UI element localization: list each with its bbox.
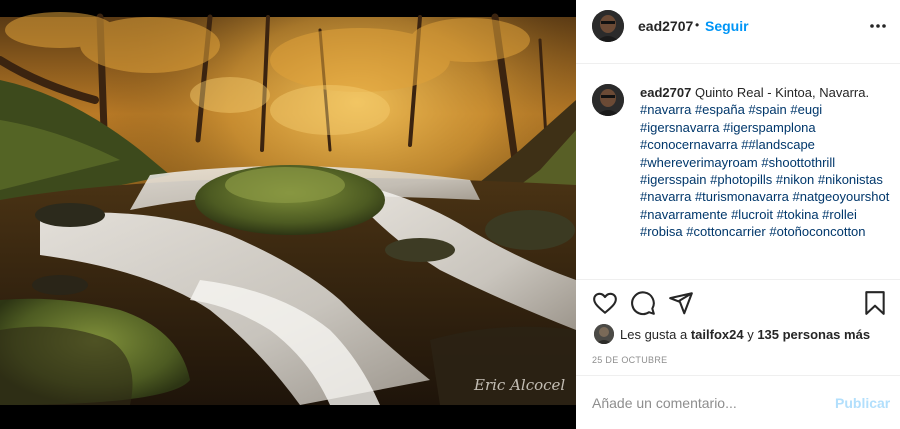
- hashtag-link[interactable]: #shoottothrill: [761, 155, 835, 170]
- hashtag-link[interactable]: #lucroit: [731, 207, 773, 222]
- share-icon[interactable]: [668, 290, 694, 316]
- likes-text: Les gusta a tailfox24 y 135 personas más: [620, 327, 870, 342]
- hashtag-link[interactable]: #otoñoconcotton: [769, 224, 865, 239]
- hashtag-link[interactable]: #photopills: [710, 172, 772, 187]
- post-header: ead2707 • Seguir: [576, 0, 900, 64]
- hashtag-link[interactable]: #navarra: [640, 189, 691, 204]
- hashtag-link[interactable]: #nikonistas: [818, 172, 883, 187]
- liker-avatar[interactable]: [594, 324, 614, 344]
- hashtag-link[interactable]: #igerspamplona: [723, 120, 816, 135]
- header-username[interactable]: ead2707: [638, 18, 693, 34]
- hashtag-link[interactable]: #spain: [748, 102, 786, 117]
- liker-username[interactable]: tailfox24: [691, 327, 744, 342]
- likes-row: Les gusta a tailfox24 y 135 personas más: [592, 322, 892, 346]
- avatar-photo-icon: [592, 84, 624, 116]
- post-date[interactable]: 25 de octubre: [592, 355, 667, 365]
- publish-button[interactable]: Publicar: [835, 395, 890, 411]
- likes-prefix: Les gusta a: [620, 327, 691, 342]
- caption-username[interactable]: ead2707: [640, 85, 691, 100]
- comment-icon[interactable]: [630, 290, 656, 316]
- hashtag-link[interactable]: #whereverimayroam: [640, 155, 758, 170]
- hashtag-link[interactable]: #turismonavarra: [695, 189, 789, 204]
- photo-signature: Eric Alcocel: [473, 376, 565, 394]
- avatar[interactable]: [592, 10, 624, 42]
- comment-input[interactable]: [592, 392, 822, 414]
- hashtag-link[interactable]: #cottoncarrier: [686, 224, 765, 239]
- more-horizontal-icon[interactable]: [868, 18, 888, 34]
- hashtag-link[interactable]: #tokina: [777, 207, 819, 222]
- likes-count[interactable]: 135 personas más: [757, 327, 870, 342]
- likes-middle: y: [743, 327, 758, 342]
- caption-text: Quinto Real - Kintoa, Navarra.: [694, 85, 870, 100]
- post-caption: ead2707 Quinto Real - Kintoa, Navarra. #…: [640, 84, 890, 241]
- bookmark-icon[interactable]: [862, 290, 888, 316]
- hashtag-link[interactable]: #navarramente: [640, 207, 727, 222]
- caption-area: ead2707 Quinto Real - Kintoa, Navarra. #…: [576, 64, 900, 278]
- hashtag-link[interactable]: #nikon: [776, 172, 814, 187]
- hashtag-link[interactable]: #eugi: [790, 102, 822, 117]
- separator-dot: •: [695, 18, 700, 32]
- comment-bar: Publicar: [576, 375, 900, 429]
- post-side-panel: ead2707 • Seguir ead2707 Quinto Real - K…: [576, 0, 900, 429]
- hashtag-link[interactable]: #robisa: [640, 224, 683, 239]
- liker-avatar-icon: [594, 324, 614, 344]
- post-photo[interactable]: Eric Alcocel: [0, 0, 576, 429]
- hashtag-link[interactable]: #igersnavarra: [640, 120, 720, 135]
- hashtag-link[interactable]: #navarra: [640, 102, 691, 117]
- heart-icon[interactable]: [592, 290, 618, 316]
- hashtag-link[interactable]: #rollei: [822, 207, 857, 222]
- hashtag-link[interactable]: ##landscape: [741, 137, 815, 152]
- hashtag-link[interactable]: #natgeoyourshot: [793, 189, 890, 204]
- hashtag-link[interactable]: #igersspain: [640, 172, 707, 187]
- instagram-post: Eric Alcocel ead2707 • Seguir ead2707 Qu…: [0, 0, 900, 429]
- hashtag-list: #navarra #españa #spain #eugi #igersnava…: [640, 102, 889, 239]
- hashtag-link[interactable]: #españa: [695, 102, 745, 117]
- avatar[interactable]: [592, 84, 624, 116]
- avatar-photo-icon: [592, 10, 624, 42]
- forest-stream-image: Eric Alcocel: [0, 0, 576, 429]
- hashtag-link[interactable]: #conocernavarra: [640, 137, 738, 152]
- follow-button[interactable]: Seguir: [705, 18, 749, 34]
